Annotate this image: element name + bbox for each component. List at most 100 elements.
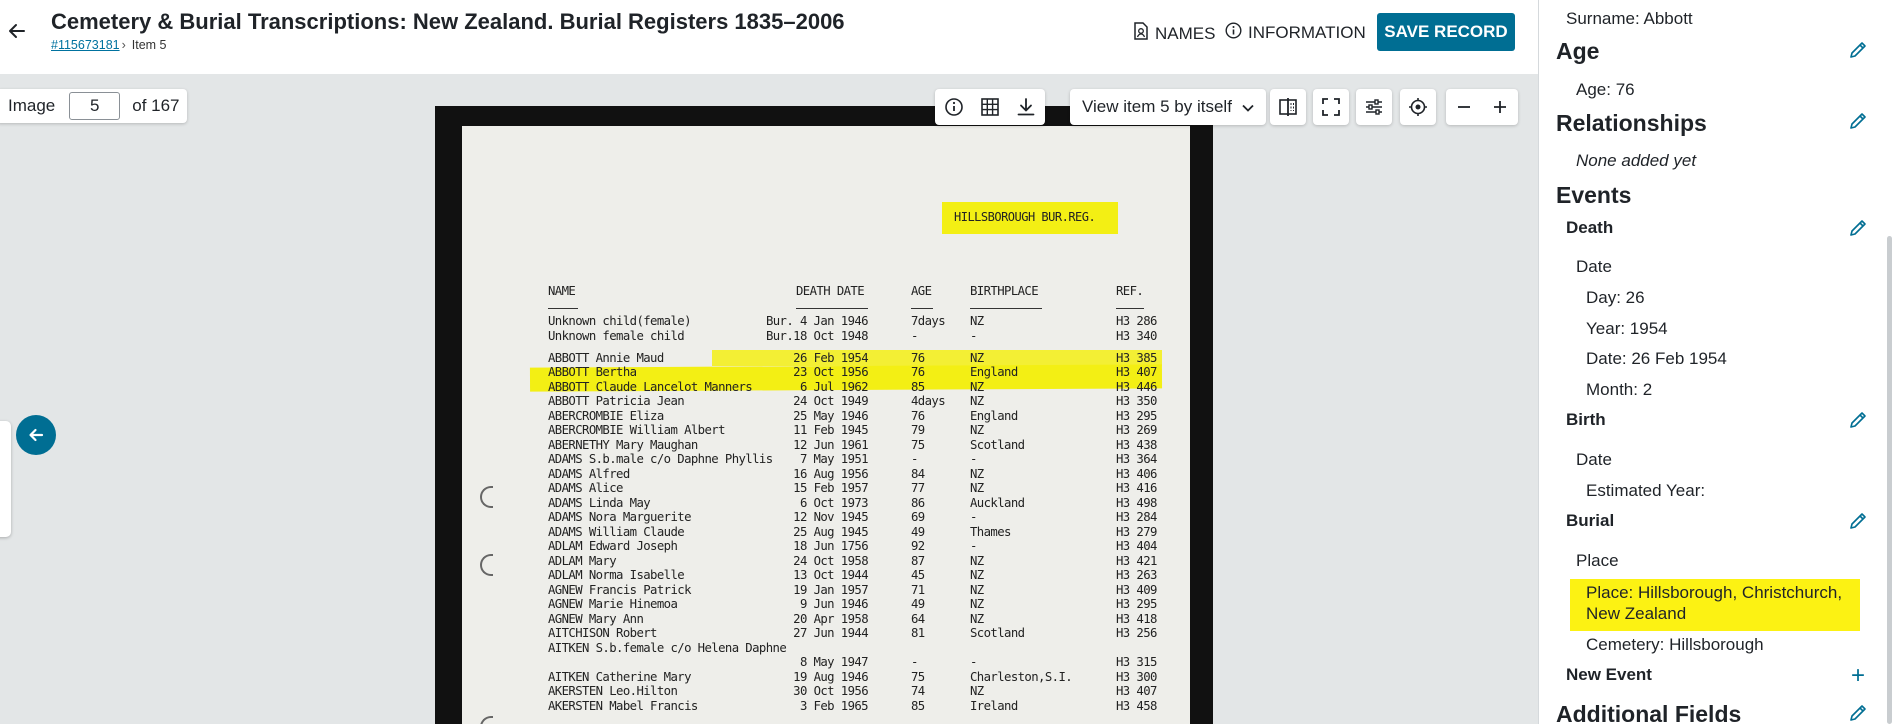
- register-cell-age: 49: [911, 597, 925, 611]
- register-cell-date: 19 Aug 1946: [793, 669, 868, 684]
- register-cell-birthplace: Thames: [970, 524, 1011, 539]
- register-row: ADAMS S.b.male c/o Daphne Phyllis 7 May 1…: [462, 452, 1190, 466]
- edit-age-pencil-icon[interactable]: [1847, 39, 1869, 61]
- register-row: Unknown child(female) Bur. 4 Jan 1946 7day…: [462, 314, 1190, 328]
- register-cell-birthplace: NZ: [970, 597, 984, 611]
- names-button[interactable]: NAMES: [1133, 22, 1215, 45]
- edit-burial-pencil-icon[interactable]: [1847, 510, 1869, 532]
- register-cell-birthplace: NZ: [970, 481, 984, 495]
- image-viewer[interactable]: HILLSBOROUGH BUR.REG. NAME DEATH DATE AG…: [0, 74, 1538, 724]
- panel-scrollbar[interactable]: [1887, 236, 1892, 724]
- edit-death-pencil-icon[interactable]: [1847, 217, 1869, 239]
- edit-relationships-pencil-icon[interactable]: [1847, 110, 1869, 132]
- register-row: ABBOTT Annie Maud 26 Feb 1954 76 NZ H3 385: [462, 351, 1190, 365]
- register-cell-ref: H3 284: [1116, 510, 1157, 524]
- register-cell-ref: H3 364: [1116, 452, 1157, 466]
- column-headers: NAME DEATH DATE AGE BIRTHPLACE REF.: [462, 284, 1190, 298]
- add-event-plus-icon[interactable]: +: [1851, 664, 1865, 688]
- register-cell-ref: H3 256: [1116, 626, 1157, 640]
- register-cell-date: 16 Aug 1956: [793, 466, 868, 481]
- information-label: INFORMATION: [1248, 23, 1366, 42]
- page-title: Cemetery & Burial Transcriptions: New Ze…: [51, 9, 845, 34]
- register-cell-date: 12 Jun 1961: [793, 437, 868, 452]
- adjust-sliders-icon[interactable]: [1356, 89, 1392, 125]
- image-number-input[interactable]: 5: [69, 92, 121, 120]
- events-section-title: Events: [1556, 182, 1632, 208]
- new-event-label[interactable]: New Event: [1566, 665, 1652, 685]
- register-cell-name: AITCHISON Robert: [548, 626, 657, 640]
- rule: [1116, 308, 1144, 309]
- register-cell-name: ADLAM Mary: [548, 553, 617, 568]
- register-cell-ref: H3 340: [1116, 328, 1157, 343]
- header: Cemetery & Burial Transcriptions: New Ze…: [0, 0, 1538, 74]
- register-header: HILLSBOROUGH BUR.REG.: [954, 210, 1096, 224]
- register-row: ABBOTT Bertha 23 Oct 1956 76 England H3 407: [462, 365, 1190, 379]
- register-cell-name: ADAMS Linda May: [548, 495, 651, 510]
- register-cell-age: -: [911, 452, 918, 466]
- back-arrow-icon[interactable]: [4, 18, 30, 44]
- register-cell-date: 8 May 1947: [799, 655, 869, 669]
- register-cell-age: 76: [911, 350, 925, 365]
- register-cell-age: 76: [911, 408, 925, 423]
- register-row: AKERSTEN Mabel Francis 3 Feb 1965 85 Irelan…: [462, 699, 1190, 713]
- record-id-link[interactable]: #115673181: [51, 38, 120, 52]
- register-cell-date: 24 Oct 1958: [793, 553, 868, 568]
- save-record-button[interactable]: SAVE RECORD: [1377, 13, 1515, 51]
- register-row: ADAMS William Claude 25 Aug 1945 49 Thames H…: [462, 525, 1190, 539]
- register-cell-name: AGNEW Mary Ann: [548, 611, 644, 626]
- register-cell-name: AGNEW Marie Hinemoa: [548, 597, 678, 611]
- previous-image-button[interactable]: [16, 415, 56, 455]
- fullscreen-icon[interactable]: [1313, 89, 1349, 125]
- register-cell-age: 69: [911, 510, 925, 524]
- register-cell-birthplace: NZ: [970, 582, 984, 597]
- register-cell-name: Unknown child(female): [548, 314, 691, 328]
- register-cell-ref: H3 295: [1116, 408, 1157, 423]
- register-row: AGNEW Mary Ann 20 Apr 1958 64 NZ H3 418: [462, 612, 1190, 626]
- burial-event-title: Burial: [1566, 511, 1615, 530]
- compare-icon[interactable]: [1270, 89, 1306, 125]
- register-cell-age: 85: [911, 698, 925, 713]
- information-button[interactable]: INFORMATION: [1225, 22, 1366, 44]
- register-cell-ref: H3 279: [1116, 524, 1157, 539]
- register-row: 8 May 1947 - - H3 315: [462, 655, 1190, 669]
- register-cell-ref: H3 421: [1116, 553, 1157, 568]
- image-tools-group: [935, 89, 1045, 125]
- edit-birth-pencil-icon[interactable]: [1847, 409, 1869, 431]
- register-cell-name: ADLAM Norma Isabelle: [548, 568, 685, 582]
- rule: [970, 308, 1042, 309]
- register-row: ADAMS Nora Marguerite 12 Nov 1945 69 - H3 28…: [462, 510, 1190, 524]
- register-cell-date: Bur.18 Oct 1948: [765, 328, 869, 343]
- grid-icon[interactable]: [972, 89, 1008, 125]
- surname-value: Surname: Abbott: [1566, 9, 1693, 28]
- register-cell-birthplace: England: [970, 408, 1018, 423]
- register-row: ADAMS Alice 15 Feb 1957 77 NZ H3 416: [462, 481, 1190, 495]
- register-row: AITKEN S.b.female c/o Helena Daphne: [462, 641, 1190, 655]
- register-row: ADLAM Norma Isabelle 13 Oct 1944 45 NZ H3 26…: [462, 568, 1190, 582]
- register-cell-ref: H3 263: [1116, 568, 1157, 582]
- edit-additional-fields-pencil-icon[interactable]: [1847, 702, 1869, 724]
- locate-icon[interactable]: [1400, 89, 1436, 125]
- register-cell-date: 27 Jun 1944: [793, 626, 868, 640]
- names-label: NAMES: [1155, 23, 1216, 43]
- register-row: ABERCROMBIE Eliza 25 May 1946 76 England H3 …: [462, 409, 1190, 423]
- side-drawer-handle[interactable]: [0, 421, 11, 537]
- burial-cemetery: Cemetery: Hillsborough: [1586, 635, 1764, 654]
- register-cell-birthplace: Charleston,S.I.: [970, 669, 1073, 684]
- register-cell-date: 13 Oct 1944: [793, 568, 868, 582]
- download-icon[interactable]: [1008, 89, 1044, 125]
- view-mode-select[interactable]: View item 5 by itself: [1070, 89, 1266, 125]
- register-cell-ref: H3 269: [1116, 423, 1157, 437]
- register-cell-birthplace: -: [970, 328, 977, 343]
- register-cell-ref: H3 498: [1116, 495, 1157, 510]
- register-row: ADAMS Alfred 16 Aug 1956 84 NZ H3 406: [462, 467, 1190, 481]
- info-icon[interactable]: [936, 89, 972, 125]
- register-cell-date: 26 Feb 1954: [793, 350, 868, 365]
- register-row: Unknown female child Bur.18 Oct 1948 - - H3 …: [462, 329, 1190, 343]
- register-cell-ref: H3 416: [1116, 481, 1157, 495]
- col-ref-header: REF.: [1116, 284, 1144, 298]
- zoom-in-icon[interactable]: [1482, 89, 1518, 125]
- rule: [796, 308, 868, 309]
- register-cell-name: ABBOTT Annie Maud: [548, 350, 664, 365]
- register-cell-date: 6 Oct 1973: [799, 495, 869, 510]
- zoom-out-icon[interactable]: [1446, 89, 1482, 125]
